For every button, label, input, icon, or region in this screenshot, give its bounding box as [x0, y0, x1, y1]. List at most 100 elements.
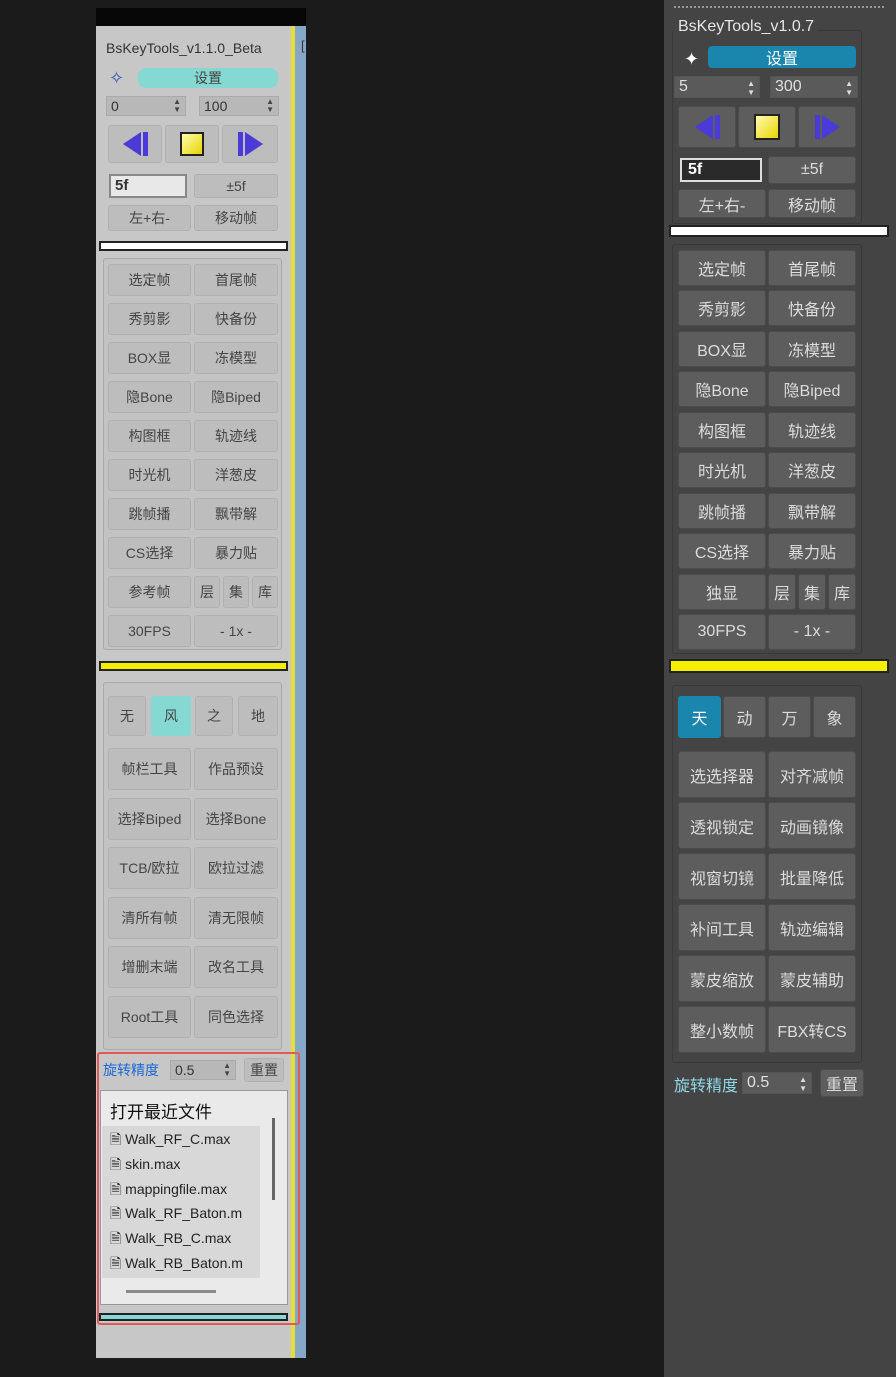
tool-button[interactable]: 轨迹线: [768, 412, 856, 448]
tool-button[interactable]: 隐Biped: [194, 381, 278, 413]
tool-button[interactable]: Root工具: [108, 996, 191, 1038]
set-button[interactable]: 集: [223, 576, 249, 608]
next-frame-button[interactable]: [798, 106, 856, 148]
tool-button[interactable]: 时光机: [678, 452, 766, 488]
tab-myriad[interactable]: 万: [768, 696, 811, 738]
tool-button[interactable]: BOX显: [678, 331, 766, 367]
tool-button[interactable]: 帧栏工具: [108, 748, 191, 790]
tool-button[interactable]: 增删末端: [108, 946, 191, 988]
tool-button[interactable]: 飘带解: [768, 493, 856, 529]
list-item[interactable]: 🗎 Walk_RF_C.max: [110, 1129, 260, 1153]
list-item[interactable]: 🗎 Walk_RB_C.max: [110, 1228, 260, 1252]
tool-button[interactable]: FBX转CS: [768, 1006, 856, 1053]
set-button[interactable]: 集: [798, 574, 826, 610]
tool-button[interactable]: 蒙皮辅助: [768, 955, 856, 1002]
reference-frame-button[interactable]: 参考帧: [108, 576, 191, 608]
horizontal-scrollbar[interactable]: [126, 1290, 216, 1293]
vertical-scrollbar[interactable]: [272, 1118, 275, 1200]
tool-button[interactable]: 选定帧: [108, 264, 191, 296]
move-frame-button[interactable]: 移动帧: [194, 205, 278, 231]
list-item[interactable]: 🗎 Walk_RF_Baton.m: [110, 1203, 260, 1227]
end-frame-spinner[interactable]: 300 ▲ ▼: [770, 76, 858, 98]
list-item[interactable]: 🗎 mappingfile.max: [110, 1179, 260, 1203]
tool-button[interactable]: 首尾帧: [768, 250, 856, 286]
tool-button[interactable]: 补间工具: [678, 904, 766, 951]
tab-wind[interactable]: 风: [151, 696, 191, 736]
offset-button[interactable]: ±5f: [194, 174, 278, 198]
tool-button[interactable]: 隐Bone: [108, 381, 191, 413]
fps-button[interactable]: 30FPS: [678, 614, 766, 650]
tool-button[interactable]: 动画镜像: [768, 802, 856, 849]
list-item[interactable]: 🗎 Walk_RB_Baton.m: [110, 1253, 260, 1277]
fps-button[interactable]: 30FPS: [108, 615, 191, 647]
list-item[interactable]: 🗎 skin.max: [110, 1154, 260, 1178]
tool-button[interactable]: 飘带解: [194, 498, 278, 530]
tool-button[interactable]: 透视锁定: [678, 802, 766, 849]
tool-button[interactable]: 首尾帧: [194, 264, 278, 296]
tab-elephant[interactable]: 象: [813, 696, 856, 738]
tool-button[interactable]: 作品预设: [194, 748, 278, 790]
prev-frame-button[interactable]: [678, 106, 736, 148]
tab-of[interactable]: 之: [195, 696, 233, 736]
tab-motion[interactable]: 动: [723, 696, 766, 738]
prev-frame-button[interactable]: [108, 125, 162, 163]
library-button[interactable]: 库: [828, 574, 856, 610]
stop-button[interactable]: [165, 125, 219, 163]
stop-button[interactable]: [738, 106, 796, 148]
tool-button[interactable]: CS选择: [108, 537, 191, 569]
tool-button[interactable]: 选选择器: [678, 751, 766, 798]
settings-button[interactable]: 设置: [708, 46, 856, 68]
frame-step-input[interactable]: 5f: [680, 158, 762, 182]
spinner-arrows-icon[interactable]: ▲ ▼: [799, 1075, 807, 1093]
tool-button[interactable]: BOX显: [108, 342, 191, 374]
layer-button[interactable]: 层: [768, 574, 796, 610]
tool-button[interactable]: 欧拉过滤: [194, 847, 278, 889]
start-frame-spinner[interactable]: 0 ▲ ▼: [106, 96, 186, 116]
tool-button[interactable]: 时光机: [108, 459, 191, 491]
tool-button[interactable]: 轨迹线: [194, 420, 278, 452]
tool-button[interactable]: 对齐减帧: [768, 751, 856, 798]
speed-button[interactable]: - 1x -: [768, 614, 856, 650]
spinner-arrows-icon[interactable]: ▲ ▼: [266, 98, 274, 114]
layer-button[interactable]: 层: [194, 576, 220, 608]
frame-step-input[interactable]: 5f: [109, 174, 187, 198]
left-right-button[interactable]: 左+右-: [678, 189, 766, 218]
tool-button[interactable]: CS选择: [678, 533, 766, 569]
tool-button[interactable]: 秀剪影: [108, 303, 191, 335]
tab-earth[interactable]: 地: [238, 696, 278, 736]
reset-button[interactable]: 重置: [820, 1069, 864, 1097]
tool-button[interactable]: 跳帧播: [678, 493, 766, 529]
spinner-arrows-icon[interactable]: ▲ ▼: [223, 1062, 231, 1078]
tool-button[interactable]: 隐Bone: [678, 371, 766, 407]
tool-button[interactable]: 选定帧: [678, 250, 766, 286]
pin-icon[interactable]: ✧: [109, 68, 129, 88]
tool-button[interactable]: 蒙皮缩放: [678, 955, 766, 1002]
tool-button[interactable]: 快备份: [768, 290, 856, 326]
tool-button[interactable]: 隐Biped: [768, 371, 856, 407]
tool-button[interactable]: 快备份: [194, 303, 278, 335]
tool-button[interactable]: 批量降低: [768, 853, 856, 900]
tool-button[interactable]: 跳帧播: [108, 498, 191, 530]
tab-none[interactable]: 无: [108, 696, 146, 736]
tool-button[interactable]: 整小数帧: [678, 1006, 766, 1053]
tool-button[interactable]: 洋葱皮: [194, 459, 278, 491]
settings-button[interactable]: 设置: [138, 68, 278, 88]
tool-button[interactable]: 轨迹编辑: [768, 904, 856, 951]
tab-sky[interactable]: 天: [678, 696, 721, 738]
tool-button[interactable]: 同色选择: [194, 996, 278, 1038]
spinner-arrows-icon[interactable]: ▲ ▼: [845, 79, 853, 97]
pin-icon[interactable]: ✦: [684, 49, 702, 69]
offset-button[interactable]: ±5f: [768, 156, 856, 184]
tool-button[interactable]: 选择Biped: [108, 798, 191, 840]
rotation-precision-spinner[interactable]: 0.5 ▲ ▼: [742, 1072, 812, 1094]
library-button[interactable]: 库: [252, 576, 278, 608]
solo-display-button[interactable]: 独显: [678, 574, 766, 610]
tool-button[interactable]: 冻模型: [768, 331, 856, 367]
tool-button[interactable]: 暴力贴: [194, 537, 278, 569]
tool-button[interactable]: 暴力贴: [768, 533, 856, 569]
tool-button[interactable]: 清所有帧: [108, 897, 191, 939]
start-frame-spinner[interactable]: 5 ▲ ▼: [674, 76, 760, 98]
tool-button[interactable]: 选择Bone: [194, 798, 278, 840]
tool-button[interactable]: 清无限帧: [194, 897, 278, 939]
tool-button[interactable]: 秀剪影: [678, 290, 766, 326]
